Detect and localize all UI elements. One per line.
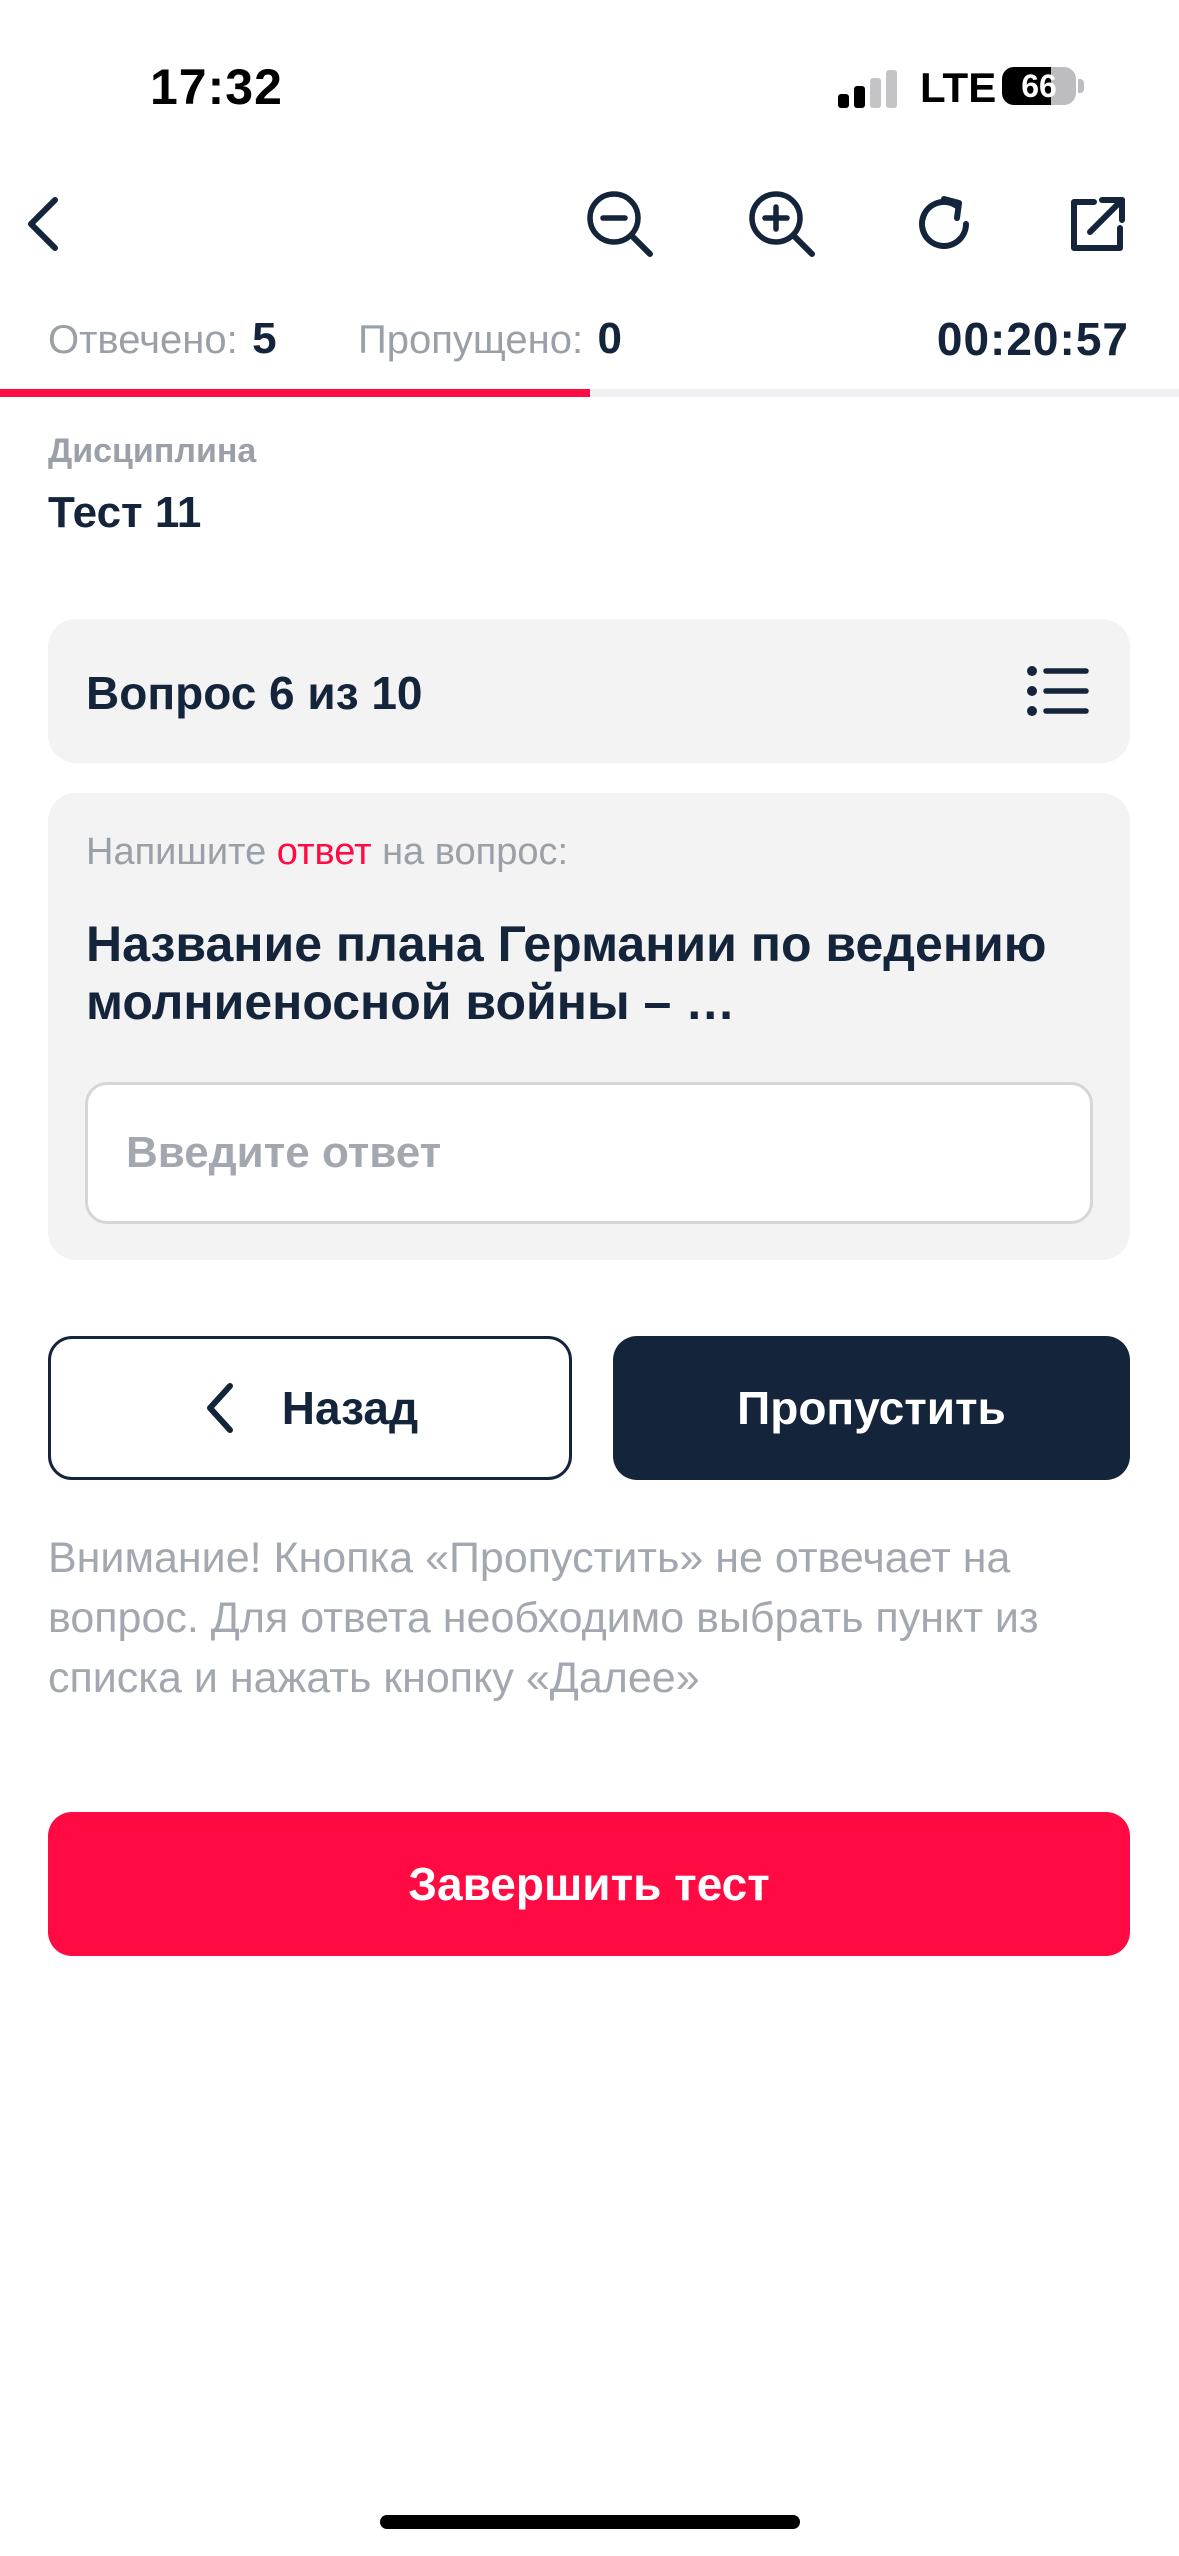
status-time: 17:32 [150, 59, 283, 115]
progress-bar-fill [0, 389, 590, 397]
question-card: Напишите ответ на вопрос: Название плана… [48, 793, 1130, 1260]
back-nav-label: Назад [281, 1382, 419, 1434]
home-indicator [380, 2515, 800, 2529]
finish-test-button[interactable]: Завершить тест [48, 1812, 1130, 1956]
question-instruction: Напишите ответ на вопрос: [86, 831, 568, 874]
instruction-accent: ответ [276, 831, 372, 873]
back-nav-button[interactable]: Назад [48, 1336, 572, 1480]
discipline-value: Тест 11 [48, 488, 202, 537]
cellular-signal-icon [838, 68, 898, 108]
answered-label: Отвечено: [48, 318, 238, 362]
progress-bar [0, 389, 1179, 397]
open-external-button[interactable] [1058, 184, 1138, 264]
instruction-text-after: на вопрос: [371, 831, 569, 873]
question-list-button[interactable] [1026, 663, 1090, 719]
question-text: Название плана Германии по ведению молни… [86, 916, 1047, 1030]
skip-button[interactable]: Пропустить [613, 1336, 1130, 1480]
question-list-icon [1027, 666, 1089, 716]
zoom-in-icon [749, 191, 815, 257]
chevron-left-icon [206, 1383, 233, 1433]
answer-input[interactable] [85, 1082, 1093, 1224]
question-number: Вопрос 6 из 10 [86, 667, 423, 719]
skip-label: Пропустить [737, 1382, 1006, 1434]
network-type: LTE [920, 64, 997, 111]
open-external-icon [1071, 197, 1125, 251]
battery-level: 66 [1021, 68, 1057, 104]
refresh-button[interactable] [904, 184, 984, 264]
zoom-out-icon [587, 191, 653, 257]
answered-counter: Отвечено: 5 [48, 314, 277, 364]
back-button[interactable] [5, 184, 85, 264]
question-header-card: Вопрос 6 из 10 [48, 619, 1130, 763]
test-timer: 00:20:57 [936, 313, 1129, 365]
skipped-value: 0 [597, 314, 622, 363]
zoom-in-button[interactable] [742, 184, 822, 264]
battery-cap [1078, 79, 1084, 93]
zoom-out-button[interactable] [580, 184, 660, 264]
battery-icon: 66 [1002, 67, 1076, 105]
back-arrow-icon [28, 197, 58, 251]
instruction-text-before: Напишите [86, 831, 277, 873]
skip-warning-text: Внимание! Кнопка «Пропустить» не отвечае… [48, 1534, 1039, 1702]
discipline-label: Дисциплина [48, 432, 257, 470]
answered-value: 5 [252, 314, 277, 363]
skipped-counter: Пропущено: 0 [358, 314, 622, 364]
finish-test-label: Завершить тест [408, 1858, 770, 1910]
refresh-icon [919, 196, 969, 249]
skipped-label: Пропущено: [358, 318, 584, 362]
